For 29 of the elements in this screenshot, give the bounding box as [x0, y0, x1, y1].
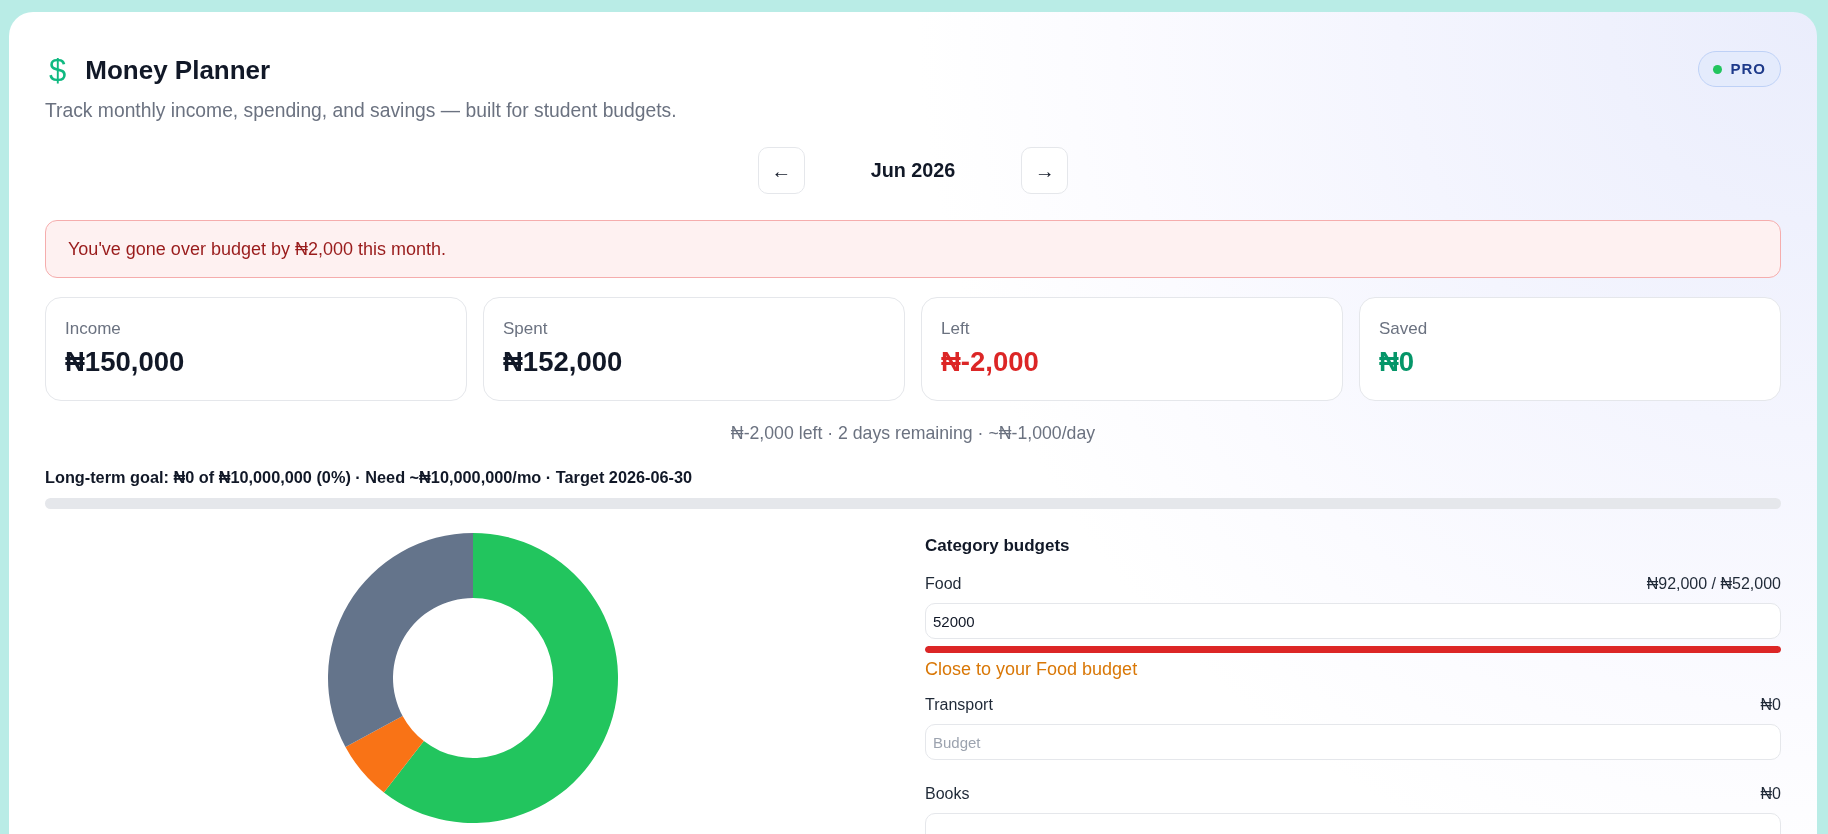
next-month-button[interactable]: → [1021, 147, 1069, 194]
category-name: Food [925, 574, 962, 594]
status-dot-icon [1713, 64, 1723, 74]
stat-label: Income [65, 318, 122, 340]
stat-value: ₦152,000 [503, 346, 624, 378]
stat-label: Spent [503, 318, 549, 340]
goal-summary: Long-term goal: ₦0 of ₦10,000,000 (0%) · Need ~₦10,000,000/mo · Target 2026-06-30 [45, 467, 694, 487]
app-subtitle: Track monthly income, spending, and savings — built for student budgets. [45, 99, 677, 123]
stat-label: Left [941, 318, 971, 340]
app-title: Money Planner [85, 55, 271, 86]
stat-value: ₦0 [1379, 346, 1416, 378]
budget-input[interactable]: 52000 [925, 603, 1781, 639]
category-amount: ₦0 [1760, 695, 1781, 715]
previous-month-button[interactable]: ← [757, 147, 805, 194]
badge-label: PRO [1730, 60, 1766, 78]
category-amount: ₦92,000 / ₦52,000 [1646, 574, 1781, 594]
category-name: Transport [925, 695, 993, 715]
stat-value: ₦-2,000 [941, 346, 1040, 378]
stat-value: ₦150,000 [65, 346, 186, 378]
category-name: Books [925, 784, 970, 804]
days-remaining-summary: ₦-2,000 left · 2 days remaining · ~₦-1,000/day [729, 422, 1097, 445]
section-heading: Category budgets [925, 535, 1071, 557]
category-amount: ₦0 [1760, 784, 1781, 804]
budget-input[interactable]: Budget [925, 724, 1781, 760]
dollar-icon: $ [49, 55, 67, 86]
budget-warning: Close to your Food budget [925, 658, 1139, 680]
month-label: Jun 2026 [870, 157, 956, 183]
over-budget-alert: You've gone over budget by ₦2,000 this month. [45, 220, 1781, 278]
stat-label: Saved [1379, 318, 1429, 340]
